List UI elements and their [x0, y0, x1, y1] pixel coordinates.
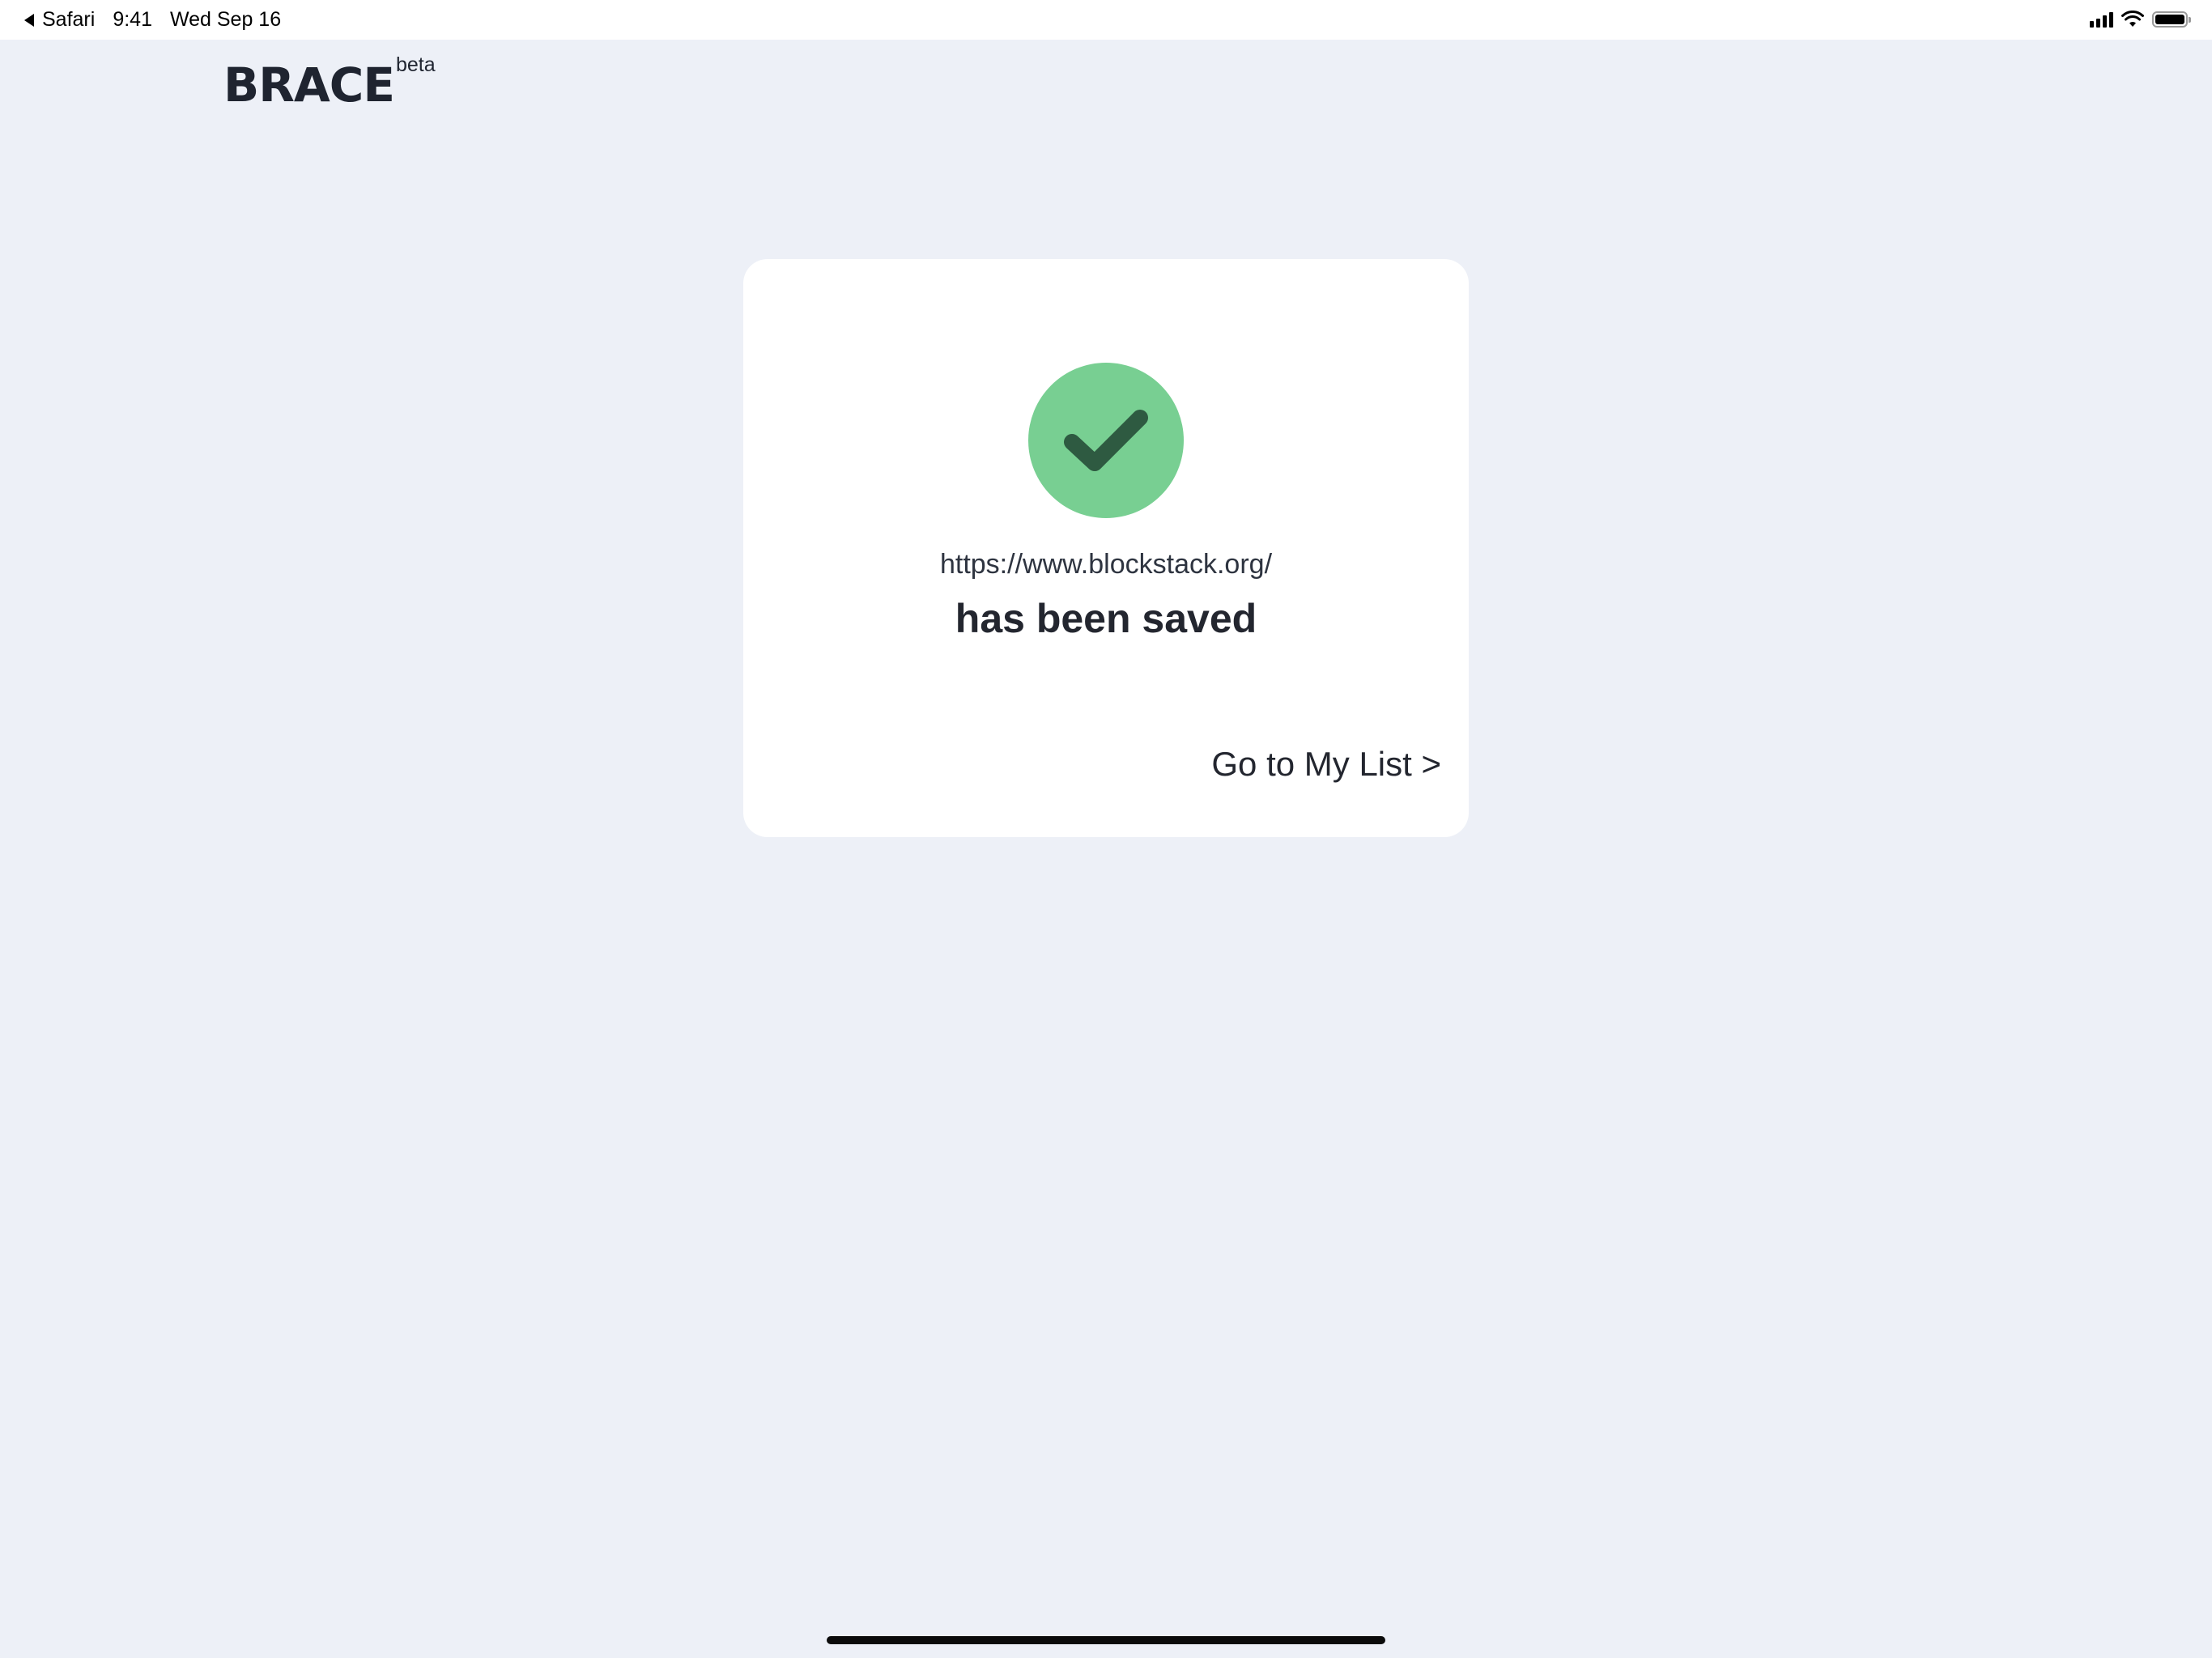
status-bar-left: Safari 9:41 Wed Sep 16 [24, 6, 281, 32]
saved-confirmation-card: https://www.blockstack.org/ has been sav… [743, 259, 1469, 837]
back-arrow-icon[interactable] [24, 13, 34, 27]
checkmark-icon [1064, 410, 1148, 471]
wifi-icon [2121, 11, 2144, 27]
back-app-label[interactable]: Safari [42, 8, 95, 32]
status-bar-right [2090, 8, 2191, 31]
cellular-signal-icon [2090, 11, 2113, 28]
logo-wordmark: BRACE [223, 57, 395, 113]
go-to-my-list-link[interactable]: Go to My List > [1211, 745, 1441, 784]
logo-beta-badge: beta [395, 53, 436, 76]
status-time: 9:41 [113, 7, 152, 31]
success-badge [1028, 363, 1184, 518]
status-bar: Safari 9:41 Wed Sep 16 [0, 0, 2212, 40]
battery-icon [2152, 11, 2191, 28]
status-date: Wed Sep 16 [169, 7, 282, 31]
home-indicator[interactable] [827, 1636, 1385, 1644]
brace-logo[interactable]: BRACE beta [223, 53, 436, 113]
saved-url: https://www.blockstack.org/ [939, 549, 1273, 580]
saved-message: has been saved [955, 596, 1257, 641]
